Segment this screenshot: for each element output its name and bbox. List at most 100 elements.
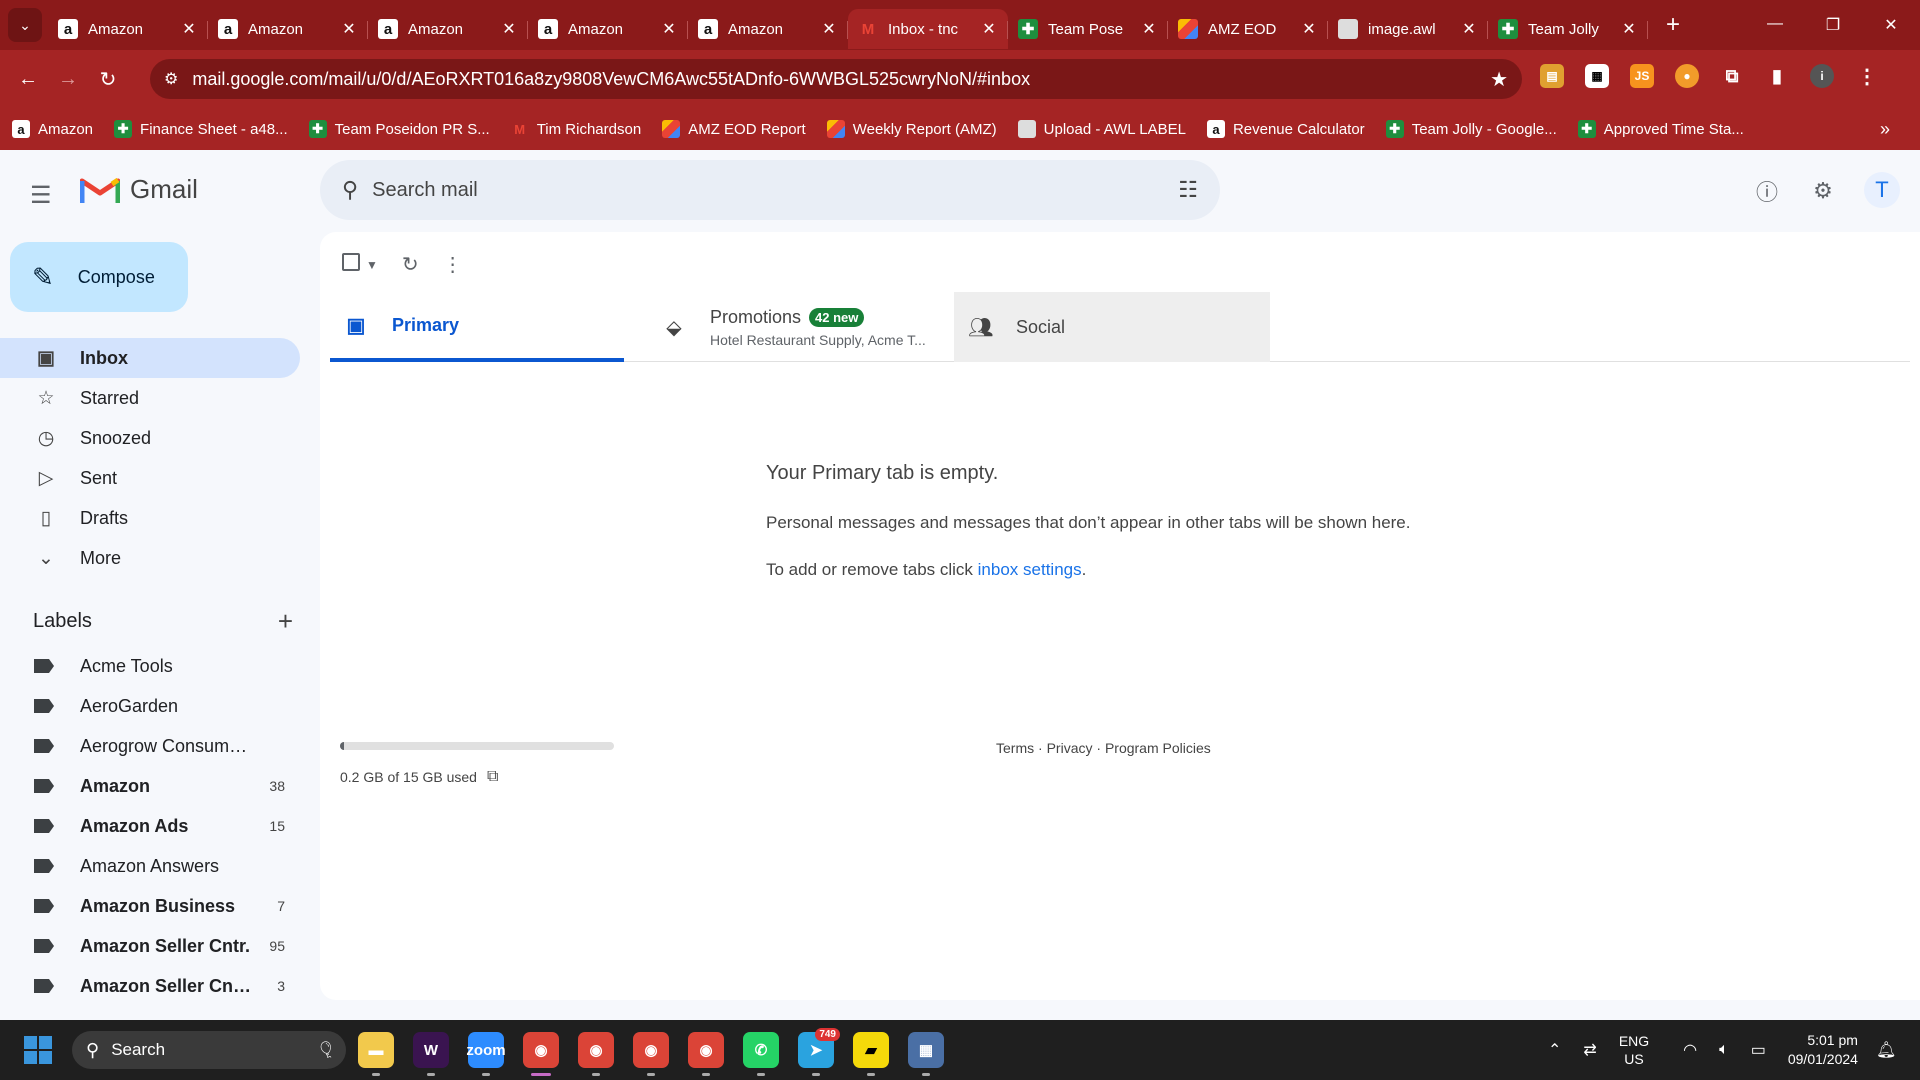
tray-settings-icon[interactable]: ⇄ <box>1583 1040 1596 1060</box>
select-all-checkbox[interactable] <box>342 253 360 276</box>
help-icon[interactable]: ⓘ <box>1752 176 1782 206</box>
label-item[interactable]: Amazon Answers <box>0 846 300 886</box>
search-options-icon[interactable]: ☷ <box>1178 177 1198 203</box>
address-bar[interactable]: ⚙ mail.google.com/mail/u/0/d/AEoRXRT016a… <box>150 59 1522 99</box>
close-tab-icon[interactable]: ✕ <box>1300 19 1318 39</box>
close-tab-icon[interactable]: ✕ <box>340 19 358 39</box>
wifi-icon[interactable]: ◠ <box>1683 1040 1697 1060</box>
label-item[interactable]: Amazon 38 <box>0 766 300 806</box>
tab-search-button[interactable]: ⌄ <box>8 8 42 42</box>
chrome-profile-3-app-icon[interactable]: ◉ <box>633 1032 669 1076</box>
sidebar-item-drafts[interactable]: ▯ Drafts <box>0 498 300 538</box>
close-tab-icon[interactable]: ✕ <box>980 19 998 39</box>
sidebar-item-sent[interactable]: ▷ Sent <box>0 458 300 498</box>
volume-icon[interactable]: 🔈︎ <box>1719 1041 1729 1059</box>
bookmark-item[interactable]: a Amazon <box>12 120 93 138</box>
reload-button[interactable]: ↻ <box>88 67 128 92</box>
more-bookmarks-icon[interactable]: » <box>1880 119 1890 140</box>
inbox-settings-link[interactable]: inbox settings <box>978 560 1082 579</box>
extension-cake-icon[interactable]: ▤ <box>1540 64 1564 88</box>
refresh-icon[interactable]: ↻ <box>402 252 419 277</box>
close-tab-icon[interactable]: ✕ <box>180 19 198 39</box>
label-item[interactable]: Amazon Ads 15 <box>0 806 300 846</box>
calculator-app-icon[interactable]: ▦ <box>908 1032 944 1076</box>
main-menu-icon[interactable]: ☰ <box>30 181 52 210</box>
file-explorer-app-icon[interactable]: ▬ <box>358 1032 394 1076</box>
settings-gear-icon[interactable]: ⚙ <box>1808 176 1838 206</box>
browser-tab[interactable]: a Amazon ✕ <box>688 9 848 49</box>
bookmark-star-icon[interactable]: ★ <box>1490 67 1508 92</box>
browser-tab[interactable]: a Amazon ✕ <box>208 9 368 49</box>
select-dropdown-icon[interactable]: ▼ <box>366 258 378 272</box>
side-panel-icon[interactable]: ▮ <box>1765 64 1789 88</box>
new-tab-button[interactable]: + <box>1658 11 1688 39</box>
telegram-app-icon[interactable]: ➤ 749 <box>798 1028 840 1076</box>
browser-tab[interactable]: ✚ Team Pose ✕ <box>1008 9 1168 49</box>
label-item[interactable]: Acme Tools <box>0 646 300 686</box>
bookmark-item[interactable]: ✚ Finance Sheet - a48... <box>114 120 288 138</box>
close-tab-icon[interactable]: ✕ <box>660 19 678 39</box>
bookmark-item[interactable]: a Revenue Calculator <box>1206 120 1365 138</box>
account-avatar[interactable]: T <box>1864 172 1900 208</box>
bookmark-item[interactable]: Weekly Report (AMZ) <box>826 120 997 138</box>
browser-tab[interactable]: a Amazon ✕ <box>528 9 688 49</box>
notifications-bell-icon[interactable]: 🔔︎ <box>1876 1040 1896 1060</box>
gmail-logo[interactable]: Gmail <box>80 174 198 205</box>
close-window-button[interactable]: ✕ <box>1862 15 1920 35</box>
tab-promotions[interactable]: ⬙ Promotions 42 new Hotel Restaurant Sup… <box>648 292 948 362</box>
close-tab-icon[interactable]: ✕ <box>820 19 838 39</box>
label-item[interactable]: Amazon Business 7 <box>0 886 300 926</box>
label-item[interactable]: Amazon Seller Cntr... 3 <box>0 966 300 1006</box>
close-tab-icon[interactable]: ✕ <box>500 19 518 39</box>
search-input[interactable] <box>372 178 1179 202</box>
winamp-app-icon[interactable]: W <box>413 1032 449 1076</box>
browser-tab[interactable]: a Amazon ✕ <box>368 9 528 49</box>
label-item[interactable]: Aerogrow Consumer Se... <box>0 726 300 766</box>
start-button[interactable] <box>24 1036 52 1064</box>
bookmark-item[interactable]: AMZ EOD Report <box>662 120 806 138</box>
bookmark-item[interactable]: ✚ Team Poseidon PR S... <box>308 120 490 138</box>
close-tab-icon[interactable]: ✕ <box>1460 19 1478 39</box>
browser-tab[interactable]: a Amazon ✕ <box>48 9 208 49</box>
tab-primary[interactable]: ▣ Primary <box>330 292 624 362</box>
bookmark-item[interactable]: ✚ Approved Time Sta... <box>1577 120 1744 138</box>
language-indicator[interactable]: ENG US <box>1619 1032 1649 1068</box>
close-tab-icon[interactable]: ✕ <box>1140 19 1158 39</box>
site-info-icon[interactable]: ⚙ <box>164 69 178 89</box>
sidebar-item-starred[interactable]: ☆ Starred <box>0 378 300 418</box>
label-item[interactable]: Amazon Seller Cntr. 95 <box>0 926 300 966</box>
close-tab-icon[interactable]: ✕ <box>1620 19 1638 39</box>
browser-tab[interactable]: ✚ Team Jolly ✕ <box>1488 9 1648 49</box>
sidebar-item-snoozed[interactable]: ◷ Snoozed <box>0 418 300 458</box>
sticky-notes-app-icon[interactable]: ▰ <box>853 1032 889 1076</box>
browser-tab[interactable]: AMZ EOD ✕ <box>1168 9 1328 49</box>
privacy-link[interactable]: Privacy <box>1047 740 1093 756</box>
label-item[interactable]: AeroGarden <box>0 686 300 726</box>
minimize-button[interactable]: — <box>1746 15 1804 35</box>
tab-social[interactable]: 👥︎ Social <box>954 292 1270 362</box>
restore-button[interactable]: ❐ <box>1804 15 1862 35</box>
extensions-puzzle-icon[interactable]: ⧉ <box>1720 64 1744 88</box>
compose-button[interactable]: ✎ Compose <box>10 242 188 312</box>
sidebar-item-inbox[interactable]: ▣ Inbox <box>0 338 300 378</box>
extension-qr-icon[interactable]: ▦ <box>1585 64 1609 88</box>
clock[interactable]: 5:01 pm 09/01/2024 <box>1788 1031 1858 1069</box>
program-policies-link[interactable]: Program Policies <box>1105 740 1211 756</box>
more-actions-icon[interactable]: ⋮ <box>443 252 463 277</box>
whatsapp-app-icon[interactable]: ✆ <box>743 1032 779 1076</box>
browser-menu-icon[interactable]: ⋮ <box>1855 64 1879 88</box>
tray-overflow-icon[interactable]: ⌃ <box>1548 1040 1561 1060</box>
chrome-profile-4-app-icon[interactable]: ◉ <box>688 1032 724 1076</box>
create-label-icon[interactable]: + <box>278 606 293 637</box>
bookmark-item[interactable]: Upload - AWL LABEL <box>1017 120 1186 138</box>
forward-button[interactable]: → <box>48 68 88 91</box>
bookmark-item[interactable]: M Tim Richardson <box>511 120 641 138</box>
bookmark-item[interactable]: ✚ Team Jolly - Google... <box>1385 120 1557 138</box>
url-text[interactable]: mail.google.com/mail/u/0/d/AEoRXRT016a8z… <box>192 69 1490 90</box>
extension-circle-icon[interactable]: ● <box>1675 64 1699 88</box>
extension-js-icon[interactable]: JS <box>1630 64 1654 88</box>
chrome-profile-1-app-icon[interactable]: ◉ <box>523 1032 559 1076</box>
battery-icon[interactable]: ▭ <box>1751 1040 1766 1060</box>
terms-link[interactable]: Terms <box>996 740 1034 756</box>
open-external-icon[interactable]: ⧉ <box>487 768 498 786</box>
